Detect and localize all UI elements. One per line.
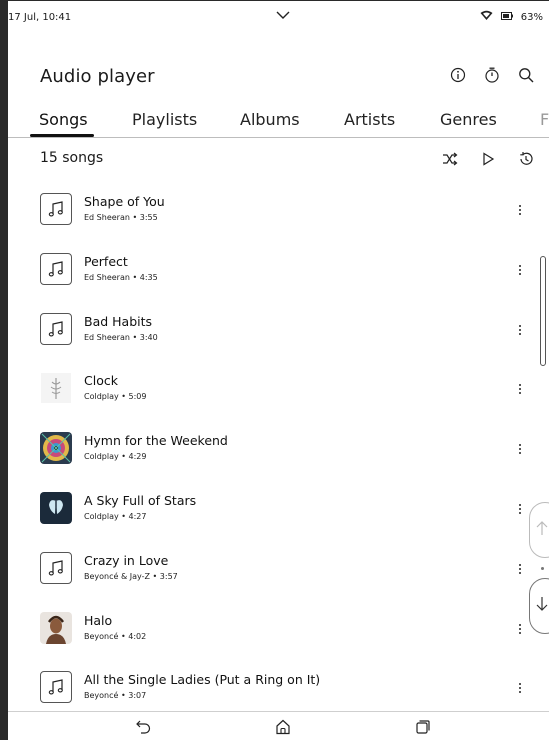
more-options-icon[interactable] bbox=[513, 322, 527, 338]
song-subtitle: Ed Sheeran • 3:40 bbox=[84, 332, 158, 342]
history-icon[interactable] bbox=[517, 150, 535, 168]
song-title: Bad Habits bbox=[84, 313, 153, 329]
song-title: Shape of You bbox=[84, 194, 165, 209]
song-subtitle: Coldplay • 4:29 bbox=[84, 452, 147, 462]
song-row[interactable]: Clock Coldplay • 5:09 bbox=[8, 359, 527, 419]
song-subtitle: Coldplay • 5:09 bbox=[84, 392, 147, 402]
battery-icon bbox=[500, 11, 513, 23]
song-title: Hymn for the Weekend bbox=[84, 433, 228, 449]
album-art-halo bbox=[40, 611, 72, 644]
more-options-icon[interactable] bbox=[513, 561, 527, 577]
recents-icon[interactable] bbox=[414, 718, 432, 736]
search-icon[interactable] bbox=[517, 66, 535, 84]
song-title: Halo bbox=[84, 612, 113, 628]
song-list: Shape of You Ed Sheeran • 3:55 Perfect Ed S… bbox=[8, 180, 527, 718]
song-subtitle: Ed Sheeran • 4:35 bbox=[84, 272, 158, 282]
arrow-down-icon bbox=[536, 596, 548, 616]
music-note-icon bbox=[40, 193, 72, 225]
songs-count: 15 songs bbox=[40, 150, 104, 166]
song-subtitle: Ed Sheeran • 3:55 bbox=[84, 213, 158, 222]
scroll-position-dot bbox=[541, 567, 544, 570]
more-options-icon[interactable] bbox=[513, 262, 527, 278]
song-title: A Sky Full of Stars bbox=[84, 492, 197, 508]
home-icon[interactable] bbox=[274, 718, 292, 736]
song-row[interactable]: All the Single Ladies (Put a Ring on It)… bbox=[8, 658, 527, 718]
shuffle-icon[interactable] bbox=[441, 150, 459, 168]
system-nav-bar bbox=[8, 711, 549, 740]
status-bar: 17 Jul, 10:41 63% bbox=[8, 1, 549, 33]
wifi-icon bbox=[480, 10, 493, 24]
album-art-hymn bbox=[40, 432, 72, 465]
more-options-icon[interactable] bbox=[513, 381, 527, 397]
song-row[interactable]: Perfect Ed Sheeran • 4:35 bbox=[8, 240, 527, 300]
scrollbar[interactable] bbox=[540, 256, 546, 366]
more-options-icon[interactable] bbox=[513, 441, 527, 457]
back-icon[interactable] bbox=[134, 718, 152, 736]
song-row[interactable]: Bad Habits Ed Sheeran • 3:40 bbox=[8, 300, 527, 360]
song-row[interactable]: Halo Beyoncé • 4:02 bbox=[8, 599, 527, 659]
song-row[interactable]: Crazy in Love Beyoncé & Jay-Z • 3:57 bbox=[8, 539, 527, 599]
music-note-icon bbox=[40, 671, 72, 704]
timer-icon[interactable] bbox=[483, 66, 501, 84]
music-note-icon bbox=[40, 312, 72, 345]
song-row[interactable]: A Sky Full of Stars Coldplay • 4:27 bbox=[8, 479, 527, 539]
more-options-icon[interactable] bbox=[513, 680, 527, 696]
battery-percent: 63% bbox=[520, 11, 543, 23]
song-title: Crazy in Love bbox=[84, 552, 169, 568]
more-options-icon[interactable] bbox=[513, 501, 527, 517]
song-row[interactable]: Shape of You Ed Sheeran • 3:55 bbox=[8, 180, 527, 240]
more-options-icon[interactable] bbox=[513, 202, 527, 218]
album-art-sky bbox=[40, 491, 72, 524]
tab-playlists[interactable]: Playlists bbox=[132, 110, 197, 129]
tab-genres[interactable]: Genres bbox=[440, 110, 497, 129]
music-note-icon bbox=[40, 551, 72, 584]
play-icon[interactable] bbox=[479, 150, 497, 168]
app-header: Audio player bbox=[8, 58, 549, 98]
tab-bar: Songs Playlists Albums Artists Genres F bbox=[8, 106, 549, 138]
tab-songs[interactable]: Songs bbox=[39, 110, 88, 129]
arrow-up-icon bbox=[536, 520, 548, 540]
more-options-icon[interactable] bbox=[513, 621, 527, 637]
song-title: All the Single Ladies (Put a Ring on It) bbox=[84, 672, 321, 688]
music-note-icon bbox=[40, 252, 72, 285]
scroll-up-button[interactable] bbox=[529, 502, 549, 558]
tab-albums[interactable]: Albums bbox=[240, 110, 300, 129]
song-subtitle: Beyoncé & Jay-Z • 3:57 bbox=[84, 571, 178, 581]
list-header: 15 songs bbox=[8, 146, 549, 172]
song-row[interactable]: Hymn for the Weekend Coldplay • 4:29 bbox=[8, 419, 527, 479]
scroll-down-button[interactable] bbox=[529, 578, 549, 634]
tab-artists[interactable]: Artists bbox=[344, 110, 395, 129]
info-icon[interactable] bbox=[449, 66, 467, 84]
song-subtitle: Beyoncé • 4:02 bbox=[84, 631, 147, 641]
active-tab-indicator bbox=[30, 134, 94, 137]
song-title: Perfect bbox=[84, 253, 128, 269]
status-time: 17 Jul, 10:41 bbox=[8, 12, 72, 23]
song-subtitle: Beyoncé • 3:07 bbox=[84, 691, 147, 701]
tab-folders[interactable]: F bbox=[540, 110, 549, 129]
page-title: Audio player bbox=[40, 66, 155, 87]
status-indicators: 63% bbox=[480, 10, 543, 24]
song-title: Clock bbox=[84, 373, 118, 389]
chevron-down-icon[interactable] bbox=[276, 10, 290, 23]
album-art-clock bbox=[40, 372, 72, 405]
song-subtitle: Coldplay • 4:27 bbox=[84, 511, 147, 521]
